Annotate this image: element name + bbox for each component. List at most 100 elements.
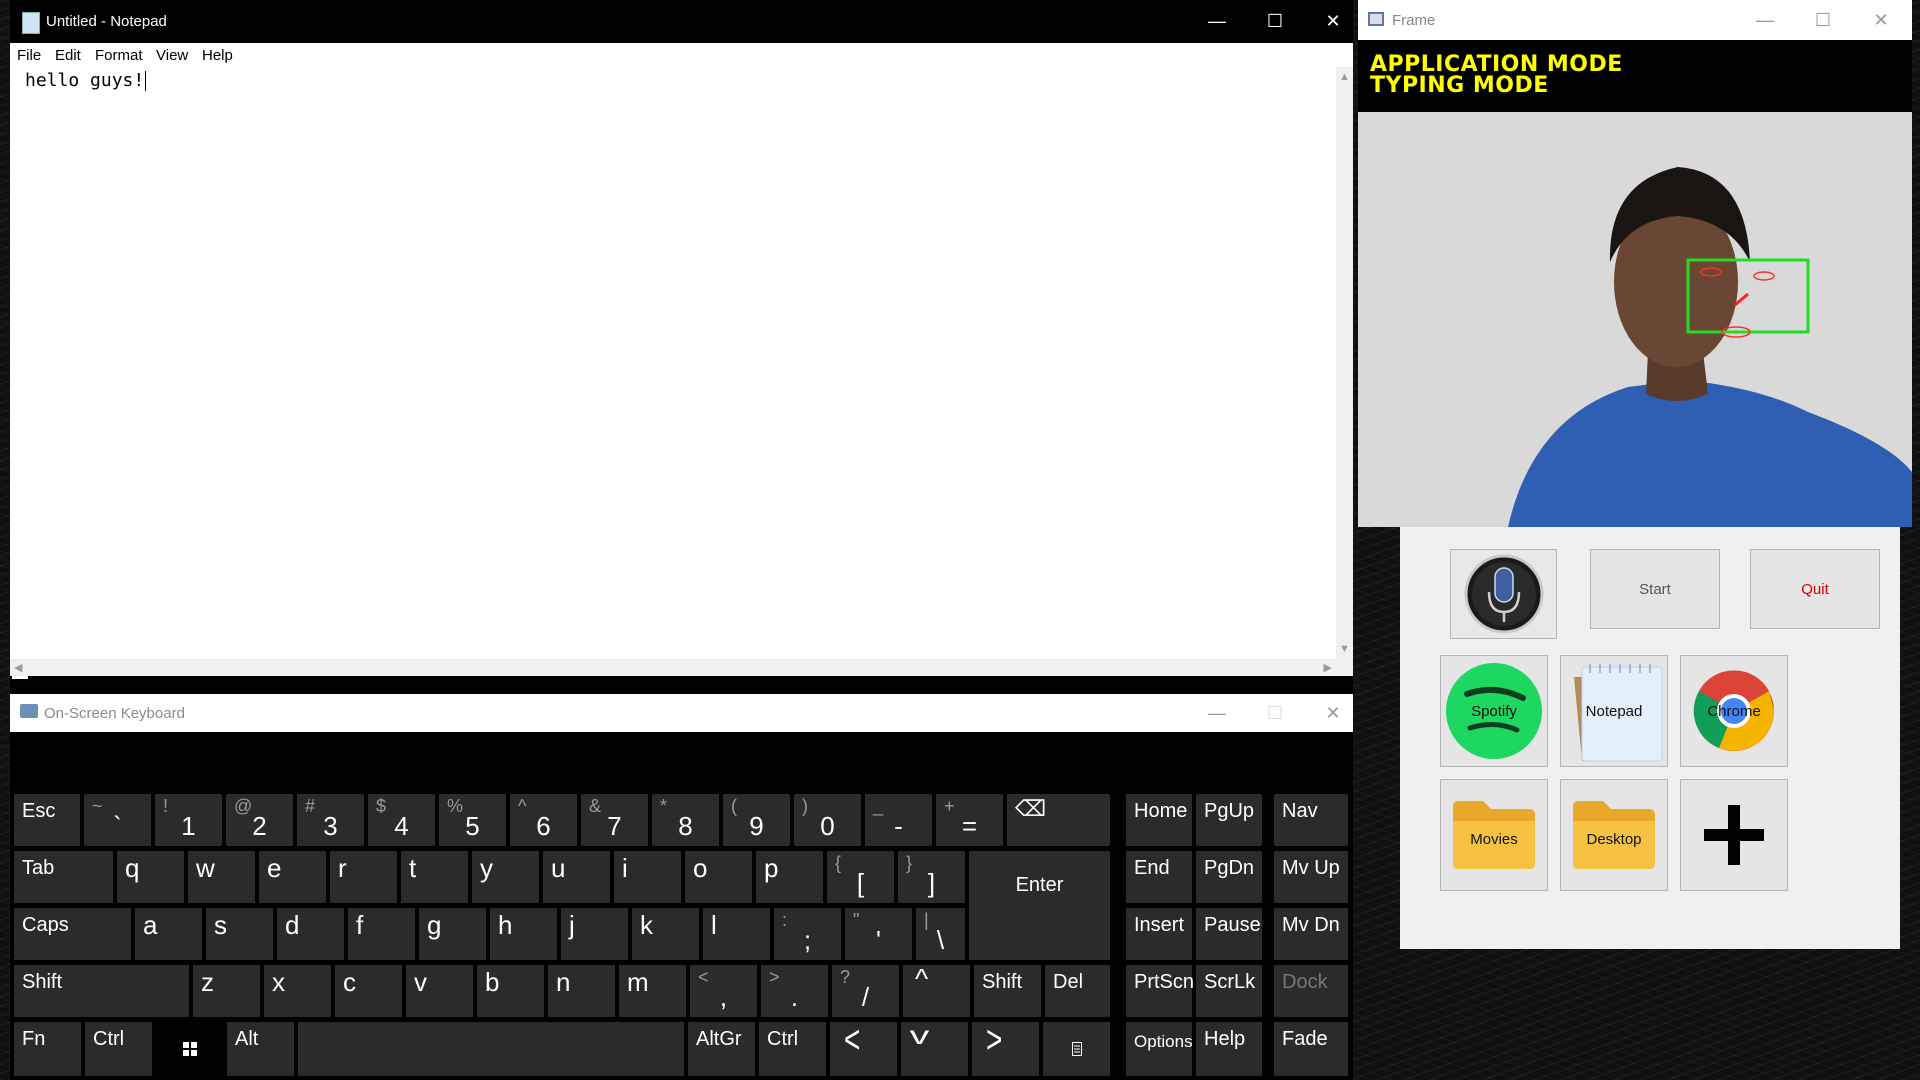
key-help[interactable]: Help <box>1196 1022 1262 1076</box>
key-7[interactable]: & 7 <box>581 794 648 846</box>
key-1[interactable]: ! 1 <box>155 794 222 846</box>
key-x[interactable]: x <box>264 965 331 1017</box>
key-home[interactable]: Home <box>1126 794 1192 846</box>
key-menu[interactable] <box>1043 1022 1110 1076</box>
microphone-button[interactable] <box>1450 549 1557 639</box>
menu-view[interactable]: View <box>156 47 188 64</box>
minimize-button[interactable]: — <box>1188 0 1246 43</box>
key-backslash[interactable]: | \ <box>916 908 965 960</box>
osk-titlebar[interactable]: On-Screen Keyboard — ☐ ✕ <box>10 694 1353 732</box>
key-right-shift[interactable]: Shift <box>974 965 1041 1017</box>
key-g[interactable]: g <box>419 908 486 960</box>
notepad-app-button[interactable]: Notepad <box>1560 655 1668 767</box>
key-minus[interactable]: _ - <box>865 794 932 846</box>
osk-minimize-button[interactable]: — <box>1188 694 1246 732</box>
key-o[interactable]: o <box>685 851 752 903</box>
scroll-left-icon[interactable]: ◀ <box>14 661 22 674</box>
key-p[interactable]: p <box>756 851 823 903</box>
key-q[interactable]: q <box>117 851 184 903</box>
key-m[interactable]: m <box>619 965 686 1017</box>
notepad-text-area[interactable]: hello guys! <box>25 70 147 91</box>
key-up-arrow[interactable]: ^ <box>903 963 970 1017</box>
key-mv-up[interactable]: Mv Up <box>1274 851 1348 903</box>
key-semicolon[interactable]: :; <box>774 908 841 960</box>
key-left-shift[interactable]: Shift <box>14 965 189 1017</box>
key-w[interactable]: w <box>188 851 255 903</box>
key-fn[interactable]: Fn <box>14 1022 81 1076</box>
key-r[interactable]: r <box>330 851 397 903</box>
key-n[interactable]: n <box>548 965 615 1017</box>
key-windows[interactable] <box>156 1022 223 1076</box>
key-pgup[interactable]: PgUp <box>1196 794 1262 846</box>
key-a[interactable]: a <box>135 908 202 960</box>
key-0[interactable]: ) 0 <box>794 794 861 846</box>
key-5[interactable]: % 5 <box>439 794 506 846</box>
key-ctrl[interactable]: Ctrl <box>85 1022 152 1076</box>
menu-help[interactable]: Help <box>202 47 233 64</box>
key-prtscn[interactable]: PrtScn <box>1126 965 1194 1017</box>
key-8[interactable]: * 8 <box>652 794 719 846</box>
key-y[interactable]: y <box>472 851 539 903</box>
menu-file[interactable]: File <box>17 47 41 64</box>
spotify-button[interactable]: Spotify <box>1440 655 1548 767</box>
osk-close-button[interactable]: ✕ <box>1304 694 1362 732</box>
key-right-ctrl[interactable]: Ctrl <box>759 1022 826 1076</box>
add-app-button[interactable] <box>1680 779 1788 891</box>
quit-button[interactable]: Quit <box>1750 549 1880 629</box>
key-mv-dn[interactable]: Mv Dn <box>1274 908 1348 960</box>
key-s[interactable]: s <box>206 908 273 960</box>
key-c[interactable]: c <box>335 965 402 1017</box>
frame-maximize-button[interactable]: ☐ <box>1794 0 1852 40</box>
notepad-titlebar[interactable]: Untitled - Notepad — ☐ ✕ <box>10 0 1353 43</box>
key-down-arrow[interactable]: v <box>901 1020 968 1076</box>
key-pgdn[interactable]: PgDn <box>1196 851 1262 903</box>
key-l[interactable]: l <box>703 908 770 960</box>
vertical-scrollbar[interactable]: ▲ ▼ <box>1336 67 1353 659</box>
key-i[interactable]: i <box>614 851 681 903</box>
key-6[interactable]: ^ 6 <box>510 794 577 846</box>
key-nav[interactable]: Nav <box>1274 794 1348 846</box>
key-h[interactable]: h <box>490 908 557 960</box>
key-esc[interactable]: Esc <box>14 794 80 846</box>
maximize-button[interactable]: ☐ <box>1246 0 1304 43</box>
key-fade[interactable]: Fade <box>1274 1022 1348 1076</box>
desktop-folder-button[interactable]: Desktop <box>1560 779 1668 891</box>
key-9[interactable]: (9 <box>723 794 790 846</box>
key-del[interactable]: Del <box>1045 965 1110 1017</box>
menu-format[interactable]: Format <box>95 47 143 64</box>
key-2[interactable]: @2 <box>226 794 293 846</box>
key-4[interactable]: $4 <box>368 794 435 846</box>
close-button[interactable]: ✕ <box>1304 0 1362 43</box>
key-end[interactable]: End <box>1126 851 1192 903</box>
movies-folder-button[interactable]: Movies <box>1440 779 1548 891</box>
key-3[interactable]: #3 <box>297 794 364 846</box>
key-options[interactable]: Options <box>1126 1022 1193 1076</box>
key-j[interactable]: j <box>561 908 628 960</box>
key-slash[interactable]: ? / <box>832 965 899 1017</box>
chrome-button[interactable]: Chrome <box>1680 655 1788 767</box>
key-right-bracket[interactable]: }] <box>898 851 965 903</box>
key-t[interactable]: t <box>401 851 468 903</box>
key-u[interactable]: u <box>543 851 610 903</box>
key-enter[interactable]: Enter <box>969 851 1110 960</box>
scroll-right-icon[interactable]: ▶ <box>1324 661 1332 674</box>
key-scrlk[interactable]: ScrLk <box>1196 965 1262 1017</box>
key-insert[interactable]: Insert <box>1126 908 1192 960</box>
key-period[interactable]: >. <box>761 965 828 1017</box>
key-pause[interactable]: Pause <box>1196 908 1262 960</box>
key-space[interactable] <box>298 1022 684 1076</box>
scroll-down-icon[interactable]: ▼ <box>1339 643 1350 655</box>
menu-edit[interactable]: Edit <box>55 47 81 64</box>
key-comma[interactable]: <, <box>690 965 757 1017</box>
frame-minimize-button[interactable]: — <box>1736 0 1794 40</box>
start-button[interactable]: Start <box>1590 549 1720 629</box>
key-tab[interactable]: Tab <box>14 851 113 903</box>
key-k[interactable]: k <box>632 908 699 960</box>
key-left-arrow[interactable]: < <box>830 1018 897 1076</box>
frame-titlebar[interactable]: Frame — ☐ ✕ <box>1358 0 1912 40</box>
key-v[interactable]: v <box>406 965 473 1017</box>
scroll-up-icon[interactable]: ▲ <box>1339 71 1350 83</box>
key-quote[interactable]: " ' <box>845 908 912 960</box>
key-backtick[interactable]: ~ ` <box>84 794 151 846</box>
key-alt[interactable]: Alt <box>227 1022 294 1076</box>
